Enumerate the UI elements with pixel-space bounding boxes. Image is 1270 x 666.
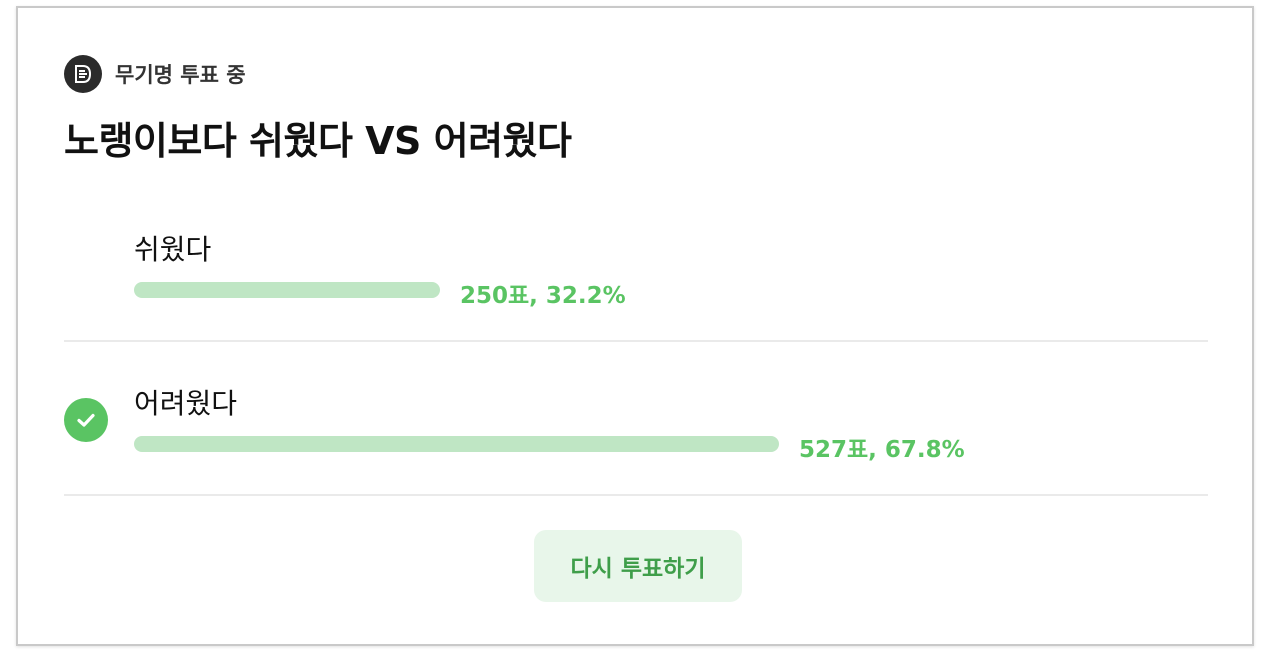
option-result-bar bbox=[134, 436, 779, 452]
poll-option-hard[interactable]: 어려웠다 527표, 67.8% bbox=[64, 342, 1208, 496]
poll-card: 무기명 투표 중 노랭이보다 쉬웠다 VS 어려웠다 쉬웠다 250표, 32.… bbox=[16, 6, 1254, 646]
option-result-text: 527표, 67.8% bbox=[799, 437, 965, 463]
divider bbox=[64, 494, 1208, 496]
option-result-bar-fill bbox=[134, 282, 440, 298]
revote-button[interactable]: 다시 투표하기 bbox=[534, 530, 742, 602]
poll-status-text: 무기명 투표 중 bbox=[115, 63, 246, 87]
poll-list-icon bbox=[64, 55, 102, 93]
poll-option-easy[interactable]: 쉬웠다 250표, 32.2% bbox=[64, 188, 1208, 342]
option-result-bar bbox=[134, 282, 440, 298]
poll-status: 무기명 투표 중 bbox=[64, 54, 246, 94]
option-result-bar-fill bbox=[134, 436, 779, 452]
option-result-text: 250표, 32.2% bbox=[460, 283, 626, 309]
check-circle-icon bbox=[64, 398, 108, 442]
option-label: 쉬웠다 bbox=[134, 233, 212, 266]
option-label: 어려웠다 bbox=[134, 387, 238, 420]
poll-title: 노랭이보다 쉬웠다 VS 어려웠다 bbox=[64, 119, 572, 163]
